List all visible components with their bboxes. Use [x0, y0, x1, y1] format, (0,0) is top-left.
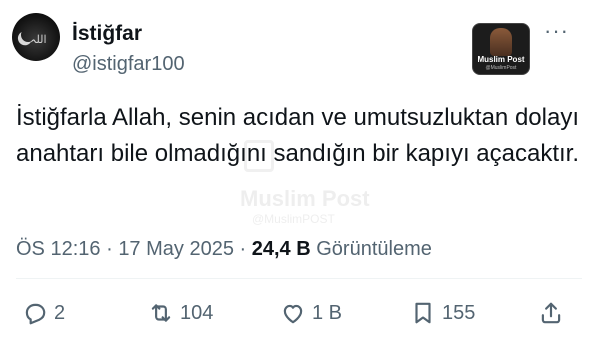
tweet-time[interactable]: ÖS 12:16 [16, 238, 101, 260]
logo-subtext: @MuslimPost [485, 65, 517, 71]
author-handle[interactable]: @istigfar100 [72, 53, 185, 75]
share-icon [541, 302, 561, 324]
reply-icon [25, 303, 46, 325]
bookmark-button[interactable]: 155 [410, 298, 475, 328]
divider [16, 278, 582, 279]
muslim-post-logo[interactable]: Muslim Post @MuslimPost [472, 23, 530, 75]
views-count: 24,4 B [251, 238, 311, 260]
action-bar: 2 104 1 B 155 [0, 298, 598, 328]
views-label: Görüntüleme [316, 238, 432, 260]
watermark-sub: @MuslimPOST [252, 212, 335, 226]
logo-figure [490, 28, 512, 56]
reply-count: 2 [54, 302, 66, 324]
avatar-calligraphy: اللہ [30, 33, 47, 46]
repost-count: 104 [180, 302, 214, 324]
meta-separator: · [239, 238, 247, 260]
bookmark-count: 155 [442, 302, 476, 324]
like-count: 1 B [312, 302, 343, 324]
reply-button[interactable]: 2 [22, 298, 65, 328]
logo-text: Muslim Post [477, 55, 525, 64]
share-button[interactable] [538, 298, 564, 328]
more-icon[interactable]: ··· [544, 20, 569, 42]
bookmark-icon [415, 302, 431, 324]
like-button[interactable]: 1 B [280, 298, 342, 328]
author-name[interactable]: İstiğfar [72, 22, 142, 46]
repost-button[interactable]: 104 [148, 298, 213, 328]
tweet-date[interactable]: 17 May 2025 [118, 238, 234, 260]
heart-icon [283, 304, 303, 324]
tweet-meta: ÖS 12:16 · 17 May 2025 · 24,4 B Görüntül… [16, 236, 432, 262]
tweet-text: İstiğfarla Allah, senin acıdan ve umutsu… [16, 104, 579, 167]
watermark-title: Muslim Post [240, 186, 370, 211]
avatar[interactable]: اللہ [12, 13, 60, 61]
repost-icon [151, 304, 171, 322]
meta-separator: · [106, 238, 113, 260]
